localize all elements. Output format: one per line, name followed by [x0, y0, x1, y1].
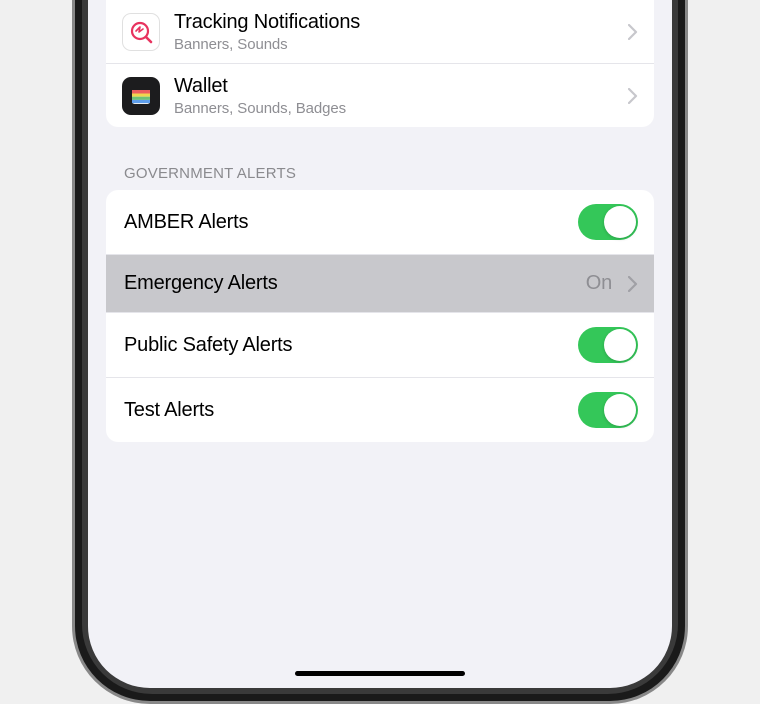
app-text: Wallet Banners, Sounds, Badges [174, 74, 620, 117]
screen: Tracking Notifications Banners, Sounds [88, 0, 672, 688]
toggle-test-alerts[interactable] [578, 392, 638, 428]
chevron-right-icon [628, 276, 638, 292]
settings-content: Tracking Notifications Banners, Sounds [88, 0, 672, 442]
alert-row-emergency[interactable]: Emergency Alerts On [106, 254, 654, 312]
toggle-amber-alerts[interactable] [578, 204, 638, 240]
app-row-tracking-notifications[interactable]: Tracking Notifications Banners, Sounds [106, 0, 654, 63]
app-title: Tracking Notifications [174, 10, 620, 35]
alert-row-public-safety[interactable]: Public Safety Alerts [106, 312, 654, 377]
alert-label: Emergency Alerts [124, 272, 586, 295]
alert-value: On [586, 272, 612, 295]
alert-label: Public Safety Alerts [124, 334, 578, 357]
alert-label: Test Alerts [124, 399, 578, 422]
chevron-right-icon [628, 88, 638, 104]
alert-row-test[interactable]: Test Alerts [106, 377, 654, 442]
app-subtitle: Banners, Sounds, Badges [174, 100, 620, 117]
phone-inner: Tracking Notifications Banners, Sounds [82, 0, 678, 694]
alert-row-amber[interactable]: AMBER Alerts [106, 190, 654, 254]
government-alerts-section: AMBER Alerts Emergency Alerts On Public … [106, 190, 654, 442]
app-subtitle: Banners, Sounds [174, 36, 620, 53]
home-indicator[interactable] [295, 671, 465, 676]
app-title: Wallet [174, 74, 620, 99]
phone-frame: Tracking Notifications Banners, Sounds [72, 0, 688, 704]
wallet-icon [122, 77, 160, 115]
app-text: Tracking Notifications Banners, Sounds [174, 10, 620, 53]
toggle-public-safety-alerts[interactable] [578, 327, 638, 363]
alert-label: AMBER Alerts [124, 211, 578, 234]
chevron-right-icon [628, 24, 638, 40]
tracking-notifications-icon [122, 13, 160, 51]
section-header-government-alerts: GOVERNMENT ALERTS [88, 127, 672, 190]
apps-section: Tracking Notifications Banners, Sounds [106, 0, 654, 127]
app-row-wallet[interactable]: Wallet Banners, Sounds, Badges [106, 63, 654, 127]
